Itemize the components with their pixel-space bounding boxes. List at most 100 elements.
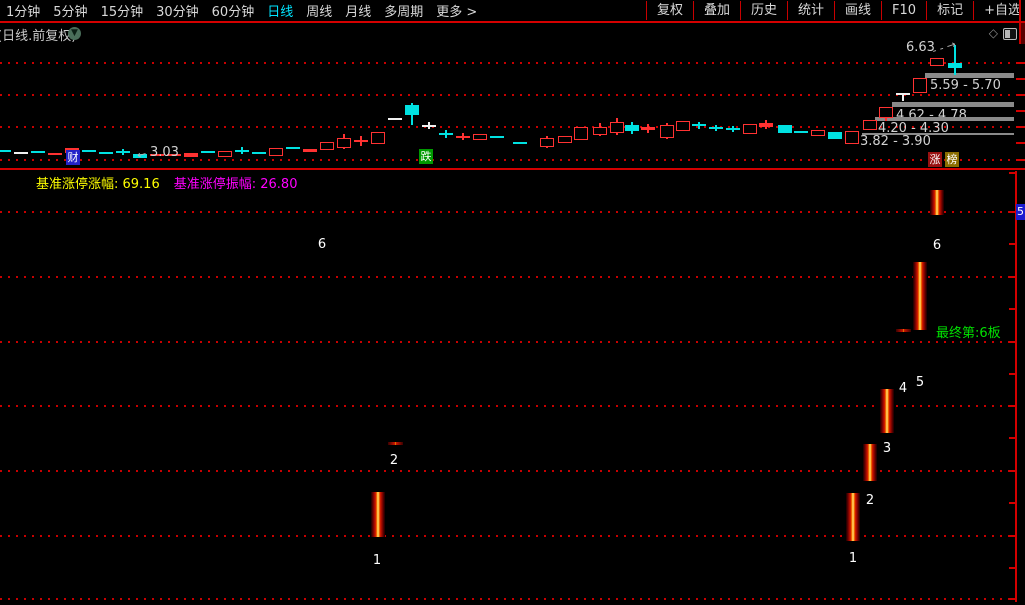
axis-tick — [1016, 78, 1025, 80]
grid-line — [0, 126, 1014, 128]
axis-tick — [1016, 126, 1025, 128]
limit-up-bar — [930, 190, 944, 215]
candle-body — [48, 153, 62, 155]
candle-body-up — [558, 136, 572, 143]
board-count-number: 2 — [390, 453, 398, 468]
price-zone-label: 3.82 - 3.90 — [860, 134, 931, 149]
limit-up-dash — [896, 329, 911, 332]
board-count-number: 6 — [318, 237, 326, 252]
final-board-text: 最终第:6板 — [936, 322, 1001, 341]
candle-body — [303, 149, 317, 152]
candle-body — [896, 93, 910, 95]
grid-line — [0, 341, 1014, 343]
axis-tick — [1016, 62, 1025, 64]
candle-body — [354, 140, 368, 142]
candle-body — [641, 127, 655, 130]
limit-up-bar — [846, 493, 860, 541]
board-count-number: 4 — [899, 381, 907, 396]
axis-tick — [1009, 172, 1015, 174]
candle-body-down — [778, 125, 792, 133]
candle-body — [422, 125, 436, 127]
chart-marker-跌: 跌 — [419, 149, 433, 164]
candle-body-up — [863, 120, 877, 130]
candle-body-up — [913, 78, 927, 93]
axis-tick — [1016, 142, 1025, 144]
candle-body-up — [473, 134, 487, 140]
candle-body-up — [574, 127, 588, 140]
candle-body-up — [269, 148, 283, 156]
trading-app-window: 1分钟5分钟15分钟30分钟60分钟日线周线月线多周期更多 > 复权叠加历史统计… — [0, 0, 1025, 605]
price-zone-label: 5.59 - 5.70 — [930, 78, 1001, 93]
candle-body-down — [286, 147, 300, 149]
grid-line — [0, 405, 1014, 407]
candle-body-up — [371, 132, 385, 144]
price-zone-bar — [892, 102, 1014, 107]
axis-tick — [1009, 211, 1015, 213]
candle-body — [184, 153, 198, 157]
candle-body-down — [405, 105, 419, 115]
candle-body-down — [692, 124, 706, 126]
axis-value-label: 5. — [1016, 204, 1025, 220]
candle-body-up — [660, 125, 674, 138]
candle-body — [456, 136, 470, 138]
axis-tick — [1016, 94, 1025, 96]
candle-body-down — [709, 127, 723, 129]
candle-body-down — [252, 152, 266, 154]
grid-line — [0, 470, 1014, 472]
candle-body-down — [201, 151, 215, 153]
chart-marker-财: 财 — [66, 150, 80, 165]
axis-tick — [1009, 470, 1015, 472]
arrow-left-icon: ← — [135, 147, 147, 162]
candle-body-up — [540, 138, 554, 147]
board-count-number: 5 — [916, 375, 924, 390]
candle-body-down — [0, 150, 11, 152]
axis-tick — [1009, 276, 1015, 278]
candle-body-up — [930, 58, 944, 66]
axis-tick — [1009, 341, 1015, 343]
candle-body-down — [235, 150, 249, 152]
axis-tick — [1009, 567, 1015, 569]
board-count-number: 1 — [849, 551, 857, 566]
candle-body-down — [31, 151, 45, 153]
board-count-number: 6 — [933, 238, 941, 253]
grid-line — [0, 276, 1014, 278]
candle-body-up — [879, 107, 893, 118]
candle-body — [759, 123, 773, 127]
chart-marker-涨: 涨 — [928, 152, 942, 167]
panel-divider — [0, 168, 1025, 170]
axis-tick — [1016, 110, 1025, 112]
grid-line — [0, 62, 1014, 64]
axis-tick — [1009, 535, 1015, 537]
board-count-number: 3 — [883, 441, 891, 456]
grid-line — [0, 535, 1014, 537]
candle-body-down — [794, 131, 808, 133]
axis-tick — [1016, 159, 1025, 161]
candle-body-up — [676, 121, 690, 131]
candle-body-up — [218, 151, 232, 157]
candle-body-down — [828, 132, 842, 139]
candle-body-down — [116, 151, 130, 153]
axis-tick — [1009, 437, 1015, 439]
candle-body-up — [320, 142, 334, 150]
axis-tick — [1009, 243, 1015, 245]
candle-body-down — [490, 136, 504, 138]
candle-body-down — [513, 142, 527, 144]
candle-body-up — [743, 124, 757, 134]
candle-body-up — [610, 122, 624, 133]
axis-tick — [1009, 502, 1015, 504]
price-tag: 3.03 — [150, 145, 179, 160]
limit-up-dash — [388, 442, 403, 445]
limit-up-bar — [913, 262, 927, 330]
candle-body-up — [845, 131, 859, 144]
chart-marker-榜: 榜 — [945, 152, 959, 167]
axis-tick — [1009, 598, 1015, 600]
limit-up-bar — [371, 492, 385, 537]
grid-line — [0, 598, 1014, 600]
right-axis-line — [1015, 171, 1017, 602]
axis-tick — [1009, 373, 1015, 375]
axis-tick — [1009, 405, 1015, 407]
candle-body-down — [625, 125, 639, 131]
candle-body-down — [82, 150, 96, 152]
limit-up-bar — [863, 444, 877, 481]
candle-body — [388, 118, 402, 120]
